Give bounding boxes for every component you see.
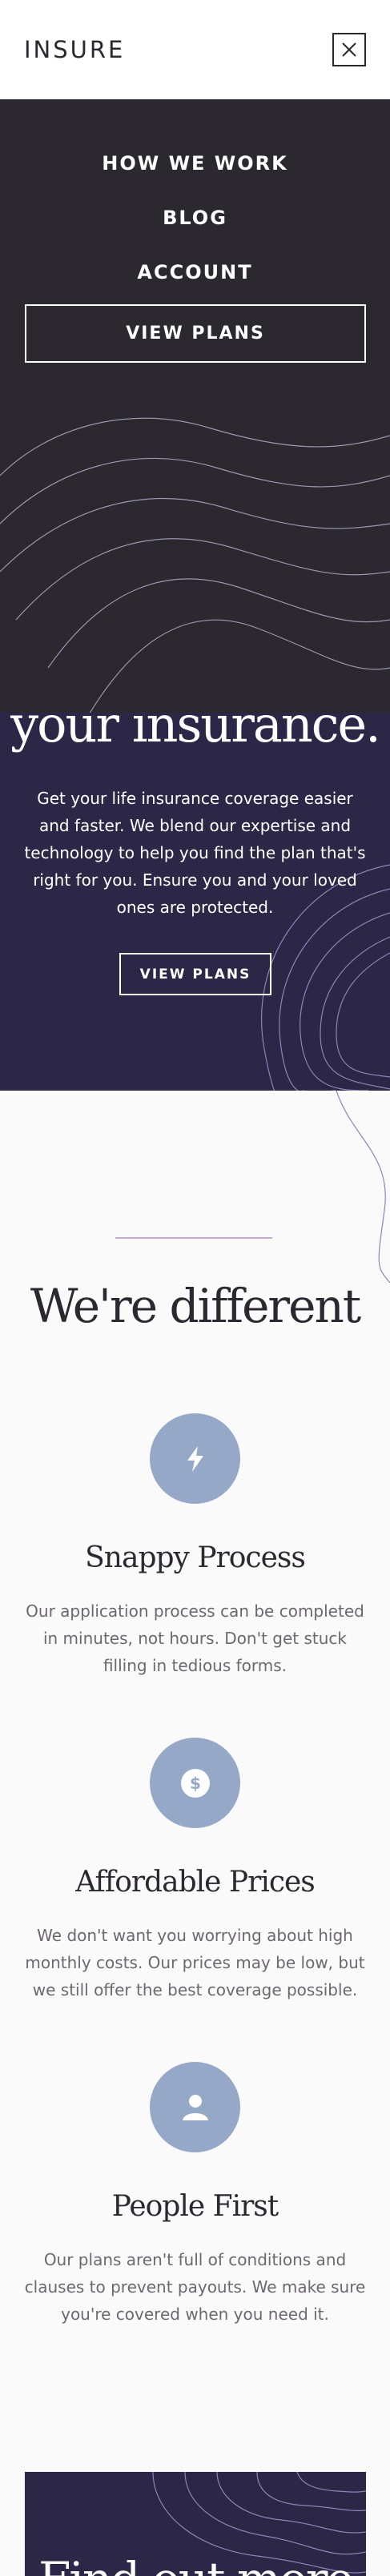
lightning-icon	[150, 1413, 240, 1504]
person-icon	[150, 2062, 240, 2152]
feature-title-affordable: Affordable Prices	[75, 1866, 316, 1899]
nav-links: HOW WE WORK BLOG ACCOUNT	[0, 136, 390, 299]
feature-title-people: People First	[111, 2190, 279, 2223]
nav-item-how-we-work[interactable]: HOW WE WORK	[0, 136, 390, 191]
close-menu-button[interactable]	[332, 33, 366, 66]
mobile-nav-menu: HOW WE WORK BLOG ACCOUNT VIEW PLANS	[0, 99, 390, 713]
dollar-icon: $	[150, 1738, 240, 1828]
nav-item-blog[interactable]: BLOG	[0, 191, 390, 245]
feature-text-people: Our plans aren't full of conditions and …	[24, 2250, 366, 2324]
nav-item-account[interactable]: ACCOUNT	[0, 245, 390, 299]
site-header: INSURE	[0, 0, 390, 99]
feature-text-snappy: Our application process can be completed…	[26, 1601, 364, 1675]
close-icon	[342, 42, 356, 57]
feature-title-snappy: Snappy Process	[85, 1541, 306, 1574]
section-title: We're different	[30, 1279, 361, 1333]
logo[interactable]: INSURE	[24, 36, 125, 63]
hero-section: your insurance. Get your life insurance …	[0, 713, 390, 1091]
cta-title: Find out more	[25, 2547, 366, 2576]
hero-title: your insurance.	[10, 713, 381, 754]
hero-description: Get your life insurance coverage easier …	[24, 789, 366, 917]
nav-view-plans-button[interactable]: VIEW PLANS	[25, 304, 366, 363]
hero-wave-overflow	[336, 1091, 390, 1283]
wave-pattern-decoration	[0, 417, 390, 713]
feature-text-affordable: We don't want you worrying about high mo…	[25, 1926, 365, 1999]
svg-text:$: $	[190, 1774, 201, 1793]
section-divider	[115, 1237, 272, 1239]
hero-view-plans-button[interactable]: VIEW PLANS	[119, 953, 271, 995]
find-out-more-section: Find out more	[25, 2472, 366, 2576]
